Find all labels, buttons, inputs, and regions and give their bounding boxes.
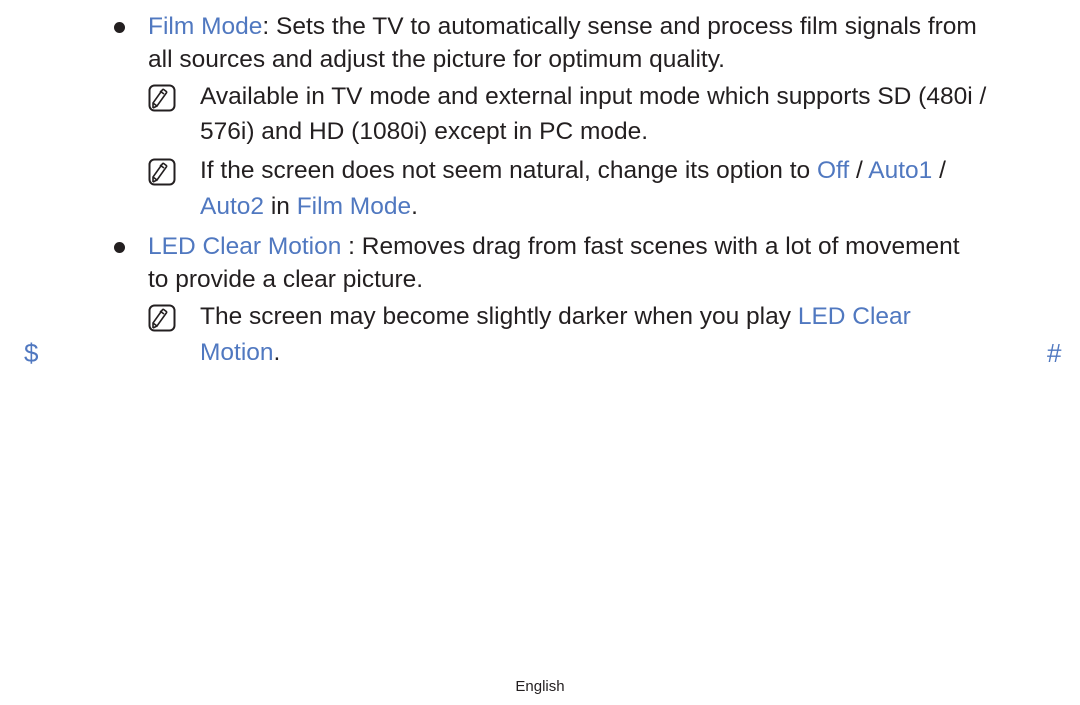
option-off: Off xyxy=(816,157,850,184)
note-3-line2: Motion. xyxy=(200,339,281,366)
film-mode-ref: Film Mode xyxy=(296,193,412,220)
note-1-line1: Available in TV mode and external input … xyxy=(200,83,987,110)
note-2-line2: Auto2 in Film Mode. xyxy=(200,193,418,220)
note-2-line1: If the screen does not seem natural, cha… xyxy=(200,157,946,184)
note-icon xyxy=(148,158,176,186)
bullet-icon xyxy=(114,22,125,33)
led-clear-ref: LED Clear xyxy=(797,303,911,330)
next-page-button[interactable]: # xyxy=(1047,338,1061,369)
film-mode-desc: Sets the TV to automatically sense and p… xyxy=(275,13,977,40)
option-auto1: Auto1 xyxy=(868,157,933,184)
note-icon xyxy=(148,304,176,332)
film-mode-line1: Film Mode: Sets the TV to automatically … xyxy=(148,13,977,40)
footer-language: English xyxy=(515,678,565,695)
motion-ref: Motion xyxy=(200,339,274,366)
bullet-icon xyxy=(114,242,125,253)
led-clear-motion-term: LED Clear Motion xyxy=(148,233,342,260)
prev-page-button[interactable]: $ xyxy=(24,338,38,369)
note-icon xyxy=(148,84,176,112)
film-mode-line2: all sources and adjust the picture for o… xyxy=(148,46,725,73)
option-auto2: Auto2 xyxy=(200,193,265,220)
led-clear-motion-line2: to provide a clear picture. xyxy=(148,266,424,293)
led-clear-motion-line1: LED Clear Motion : Removes drag from fas… xyxy=(148,233,960,260)
led-clear-motion-desc: Removes drag from fast scenes with a lot… xyxy=(361,233,960,260)
film-mode-term: Film Mode xyxy=(148,13,263,40)
note-3-line1: The screen may become slightly darker wh… xyxy=(200,303,911,330)
note-1-line2: 576i) and HD (1080i) except in PC mode. xyxy=(200,118,649,145)
